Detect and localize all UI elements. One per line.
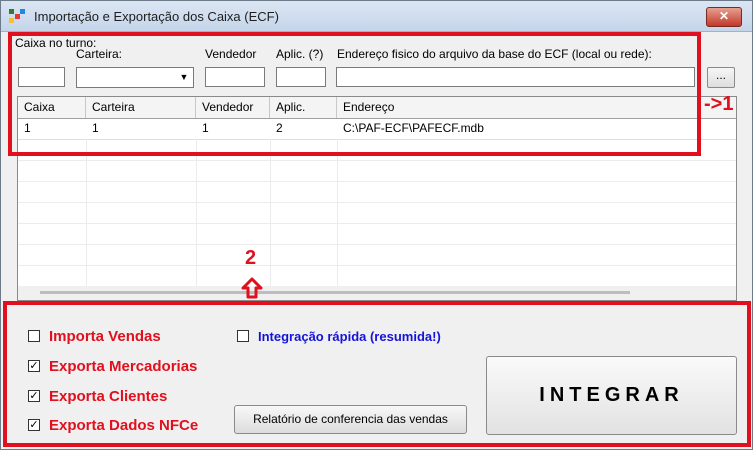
checkbox[interactable]: [237, 330, 249, 342]
checkbox[interactable]: [28, 330, 40, 342]
title-bar: Importação e Exportação dos Caixa (ECF) …: [1, 1, 752, 32]
option-integracao-rapida[interactable]: Integração rápida (resumida!): [237, 326, 441, 346]
check-icon[interactable]: ✓: [28, 419, 40, 431]
check-icon[interactable]: ✓: [28, 390, 40, 402]
integrar-button[interactable]: INTEGRAR: [486, 356, 737, 435]
close-button[interactable]: ✕: [706, 7, 742, 27]
option-label: Exporta Dados NFCe: [49, 416, 199, 434]
grid-line: [18, 202, 736, 203]
option-exporta-dados-nfce[interactable]: ✓ Exporta Dados NFCe: [28, 415, 198, 435]
grid-line: [337, 139, 338, 286]
annotation-marker-2: 2: [245, 247, 257, 269]
option-label: Importa Vendas: [49, 327, 161, 345]
option-label: Exporta Mercadorias: [49, 357, 198, 375]
relatorio-button[interactable]: Relatório de conferencia das vendas: [234, 405, 467, 434]
horizontal-scrollbar[interactable]: [18, 286, 736, 300]
window-title: Importação e Exportação dos Caixa (ECF): [34, 9, 279, 24]
grid-line: [18, 223, 736, 224]
scrollbar-thumb[interactable]: [40, 291, 630, 294]
check-icon[interactable]: ✓: [28, 360, 40, 372]
grid-line: [270, 139, 271, 286]
integration-window: Importação e Exportação dos Caixa (ECF) …: [0, 0, 753, 450]
annotation-box-1: [8, 32, 701, 156]
option-label: Exporta Clientes: [49, 387, 168, 405]
option-exporta-clientes[interactable]: ✓ Exporta Clientes: [28, 386, 167, 406]
browse-button[interactable]: ...: [707, 67, 735, 88]
grid-line: [18, 181, 736, 182]
close-icon: ✕: [718, 9, 730, 23]
option-exporta-mercadorias[interactable]: ✓ Exporta Mercadorias: [28, 356, 197, 376]
app-icon: [9, 9, 25, 23]
grid-line: [86, 139, 87, 286]
option-importa-vendas[interactable]: Importa Vendas: [28, 326, 161, 346]
grid-line: [18, 244, 736, 245]
annotation-marker-1: ->1: [704, 93, 734, 115]
grid-line: [18, 265, 736, 266]
grid-line: [18, 160, 736, 161]
arrow-up-icon: [241, 277, 263, 299]
option-label: Integração rápida (resumida!): [258, 328, 441, 344]
grid-line: [196, 139, 197, 286]
